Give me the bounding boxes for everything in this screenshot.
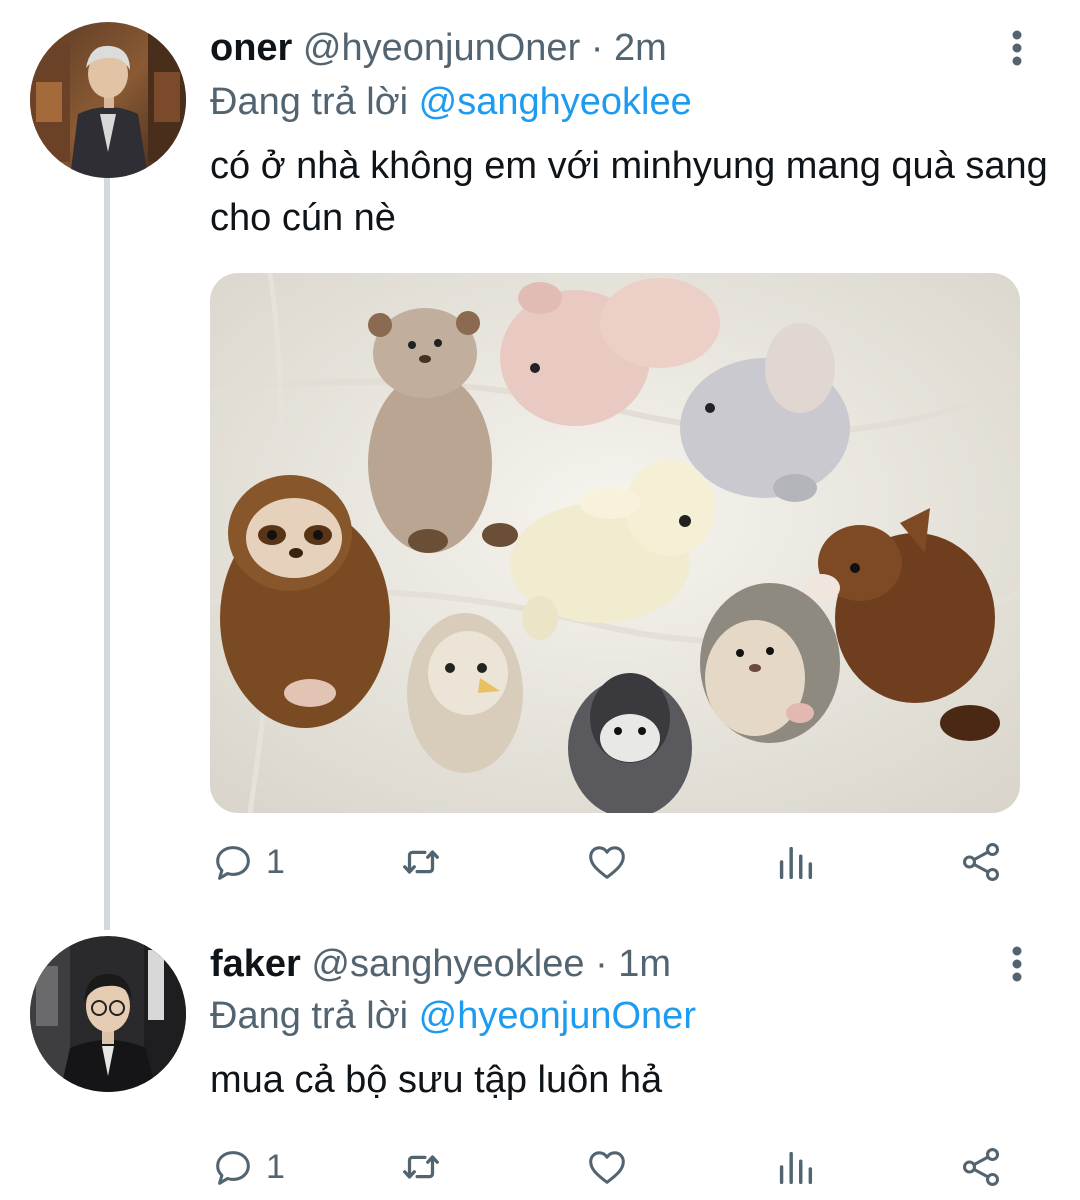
reply-icon — [216, 846, 250, 880]
retweet-button[interactable] — [398, 1137, 444, 1197]
retweet-icon — [403, 1155, 439, 1179]
avatar[interactable] — [30, 22, 186, 178]
share-icon — [962, 1148, 1000, 1186]
avatar[interactable] — [30, 936, 186, 1092]
share-button[interactable] — [958, 832, 1004, 892]
share-icon — [962, 843, 1000, 881]
retweet-icon — [403, 850, 439, 874]
action-bar: 1 — [210, 1137, 1030, 1197]
tweet-text: mua cả bộ sưu tập luôn hả — [210, 1059, 663, 1101]
action-bar: 1 — [210, 832, 1030, 892]
retweet-button[interactable] — [398, 832, 444, 892]
author-handle[interactable]: @hyeonjunOner — [303, 27, 580, 69]
heart-icon — [589, 1151, 625, 1184]
replying-to: Đang trả lời @sanghyeoklee — [210, 76, 692, 128]
replying-mention-link[interactable]: @hyeonjunOner — [419, 995, 696, 1037]
tweet-media-image[interactable] — [210, 273, 1020, 813]
author-name[interactable]: faker — [210, 943, 301, 985]
reply-count: 1 — [266, 842, 285, 881]
reply-icon — [216, 1151, 250, 1185]
more-vertical-icon[interactable] — [1000, 938, 1034, 990]
views-icon — [779, 1151, 813, 1185]
author-name[interactable]: oner — [210, 27, 292, 69]
tweet-text: có ở nhà không em với minhyung mang quà … — [210, 145, 1048, 239]
timestamp[interactable]: 2m — [614, 27, 667, 69]
replying-prefix: Đang trả lời — [210, 81, 409, 123]
tweet-oner[interactable]: oner @hyeonjunOner · 2m Đang trả lời @sa… — [0, 0, 1080, 930]
views-button[interactable] — [772, 832, 818, 892]
replying-to: Đang trả lời @hyeonjunOner — [210, 990, 696, 1042]
tweet-faker[interactable]: faker @sanghyeoklee · 1m Đang trả lời @h… — [0, 930, 1080, 1200]
separator-dot: · — [590, 27, 604, 69]
views-button[interactable] — [772, 1137, 818, 1197]
views-icon — [779, 846, 813, 880]
like-button[interactable] — [584, 832, 630, 892]
tweet-header: oner @hyeonjunOner · 2m — [210, 22, 667, 74]
replying-prefix: Đang trả lời — [210, 995, 409, 1037]
author-handle[interactable]: @sanghyeoklee — [311, 943, 584, 985]
heart-icon — [589, 846, 625, 879]
share-button[interactable] — [958, 1137, 1004, 1197]
reply-count: 1 — [266, 1147, 285, 1186]
timestamp[interactable]: 1m — [618, 943, 671, 985]
reply-button[interactable]: 1 — [210, 832, 285, 892]
more-vertical-icon[interactable] — [1000, 22, 1034, 74]
tweet-header: faker @sanghyeoklee · 1m — [210, 938, 671, 990]
separator-dot: · — [595, 943, 608, 985]
reply-button[interactable]: 1 — [210, 1137, 285, 1197]
replying-mention-link[interactable]: @sanghyeoklee — [419, 81, 692, 123]
like-button[interactable] — [584, 1137, 630, 1197]
